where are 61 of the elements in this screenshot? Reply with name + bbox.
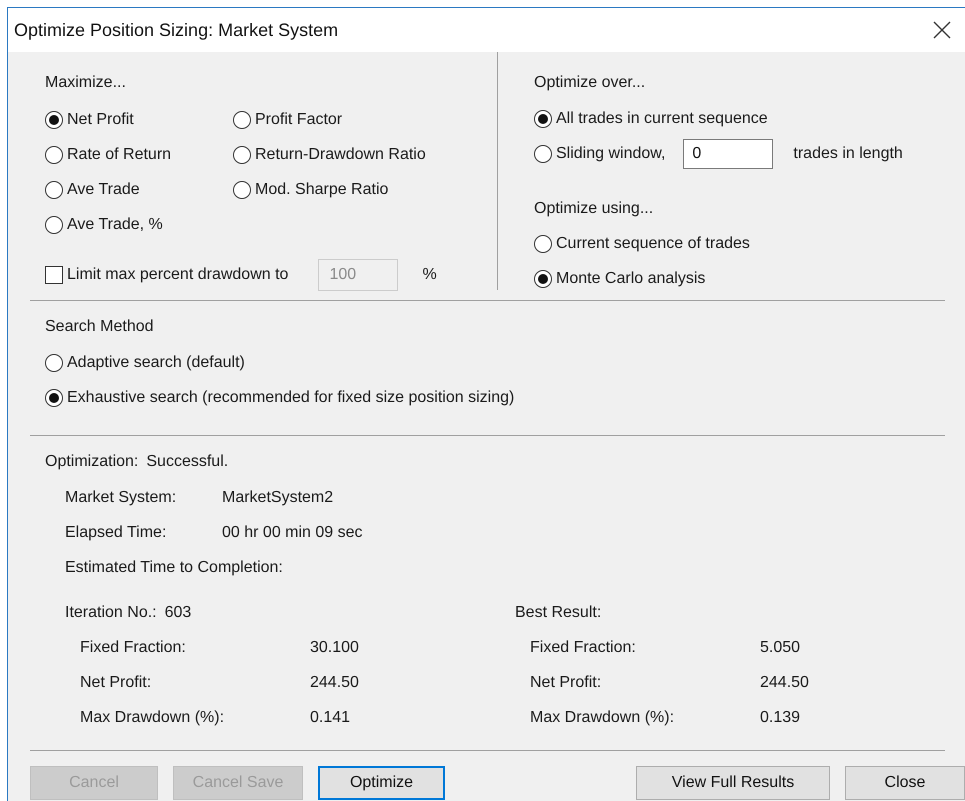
detail-value: MarketSystem2 [222, 488, 334, 506]
result-heading: Iteration No.: [65, 604, 157, 622]
radio-button[interactable] [233, 146, 251, 164]
result-label: Net Profit: [80, 674, 152, 692]
status-label: Optimization: [45, 452, 138, 472]
radio-button[interactable] [233, 180, 251, 198]
iteration-number: 603 [164, 604, 192, 622]
dialog-button[interactable]: Optimize [318, 766, 445, 800]
option-label: Return-Drawdown Ratio [255, 146, 426, 164]
option-label: Rate of Return [67, 146, 172, 164]
radio-button[interactable] [534, 144, 552, 162]
option-label: Mod. Sharpe Ratio [255, 180, 388, 198]
group-heading: Optimize over... [534, 73, 646, 93]
option-label: Sliding window, [556, 144, 666, 162]
group-heading: Search Method [45, 317, 155, 337]
group-heading: Maximize... [45, 73, 127, 93]
option-label: Net Profit [67, 110, 134, 128]
dialog-button[interactable]: View Full Results [636, 766, 830, 800]
radio-button[interactable] [534, 110, 552, 128]
status-value: Successful. [146, 452, 228, 472]
radio-button[interactable] [45, 110, 63, 128]
radio-button[interactable] [534, 270, 552, 288]
option-label: Exhaustive search (recommended for fixed size position sizing) [67, 388, 514, 406]
result-value: 0.141 [310, 708, 350, 726]
group-heading: Optimize using... [534, 199, 654, 219]
result-label: Max Drawdown (%): [530, 708, 676, 726]
radio-button[interactable] [534, 234, 552, 252]
option-label: Current sequence of trades [556, 234, 750, 252]
option-label: Monte Carlo analysis [556, 270, 706, 288]
radio-button[interactable] [45, 388, 63, 406]
option-label: Adaptive search (default) [67, 354, 245, 372]
option-label: Ave Trade, % [67, 216, 163, 234]
detail-value: 00 hr 00 min 09 sec [222, 524, 363, 542]
result-value: 5.050 [760, 638, 800, 656]
option-label: All trades in current sequence [556, 110, 768, 128]
result-value: 0.139 [760, 708, 800, 726]
result-label: Max Drawdown (%): [80, 708, 226, 726]
radio-button[interactable] [45, 180, 63, 198]
window-title: Optimize Position Sizing: Market System [14, 20, 338, 40]
input-field[interactable]: 0 [683, 138, 774, 168]
field-suffix: trades in length [793, 144, 903, 162]
result-label: Fixed Fraction: [530, 638, 637, 656]
radio-button[interactable] [45, 216, 63, 234]
radio-button[interactable] [45, 146, 63, 164]
option-label: Profit Factor [255, 110, 342, 128]
close-icon[interactable] [933, 21, 951, 39]
result-value: 244.50 [760, 674, 809, 692]
radio-button[interactable] [45, 354, 63, 372]
dialog-button[interactable]: Close [845, 766, 965, 800]
radio-button[interactable] [233, 110, 251, 128]
checkbox-label: Limit max percent drawdown to [67, 266, 288, 284]
detail-label: Estimated Time to Completion: [65, 558, 283, 576]
result-value: 244.50 [310, 674, 359, 692]
detail-label: Market System: [65, 488, 178, 506]
result-value: 30.100 [310, 638, 359, 656]
result-heading: Best Result: [515, 604, 602, 622]
result-label: Fixed Fraction: [80, 638, 187, 656]
option-label: Ave Trade [67, 180, 140, 198]
unit-label: % [422, 266, 437, 284]
detail-label: Elapsed Time: [65, 524, 168, 542]
result-label: Net Profit: [530, 674, 602, 692]
